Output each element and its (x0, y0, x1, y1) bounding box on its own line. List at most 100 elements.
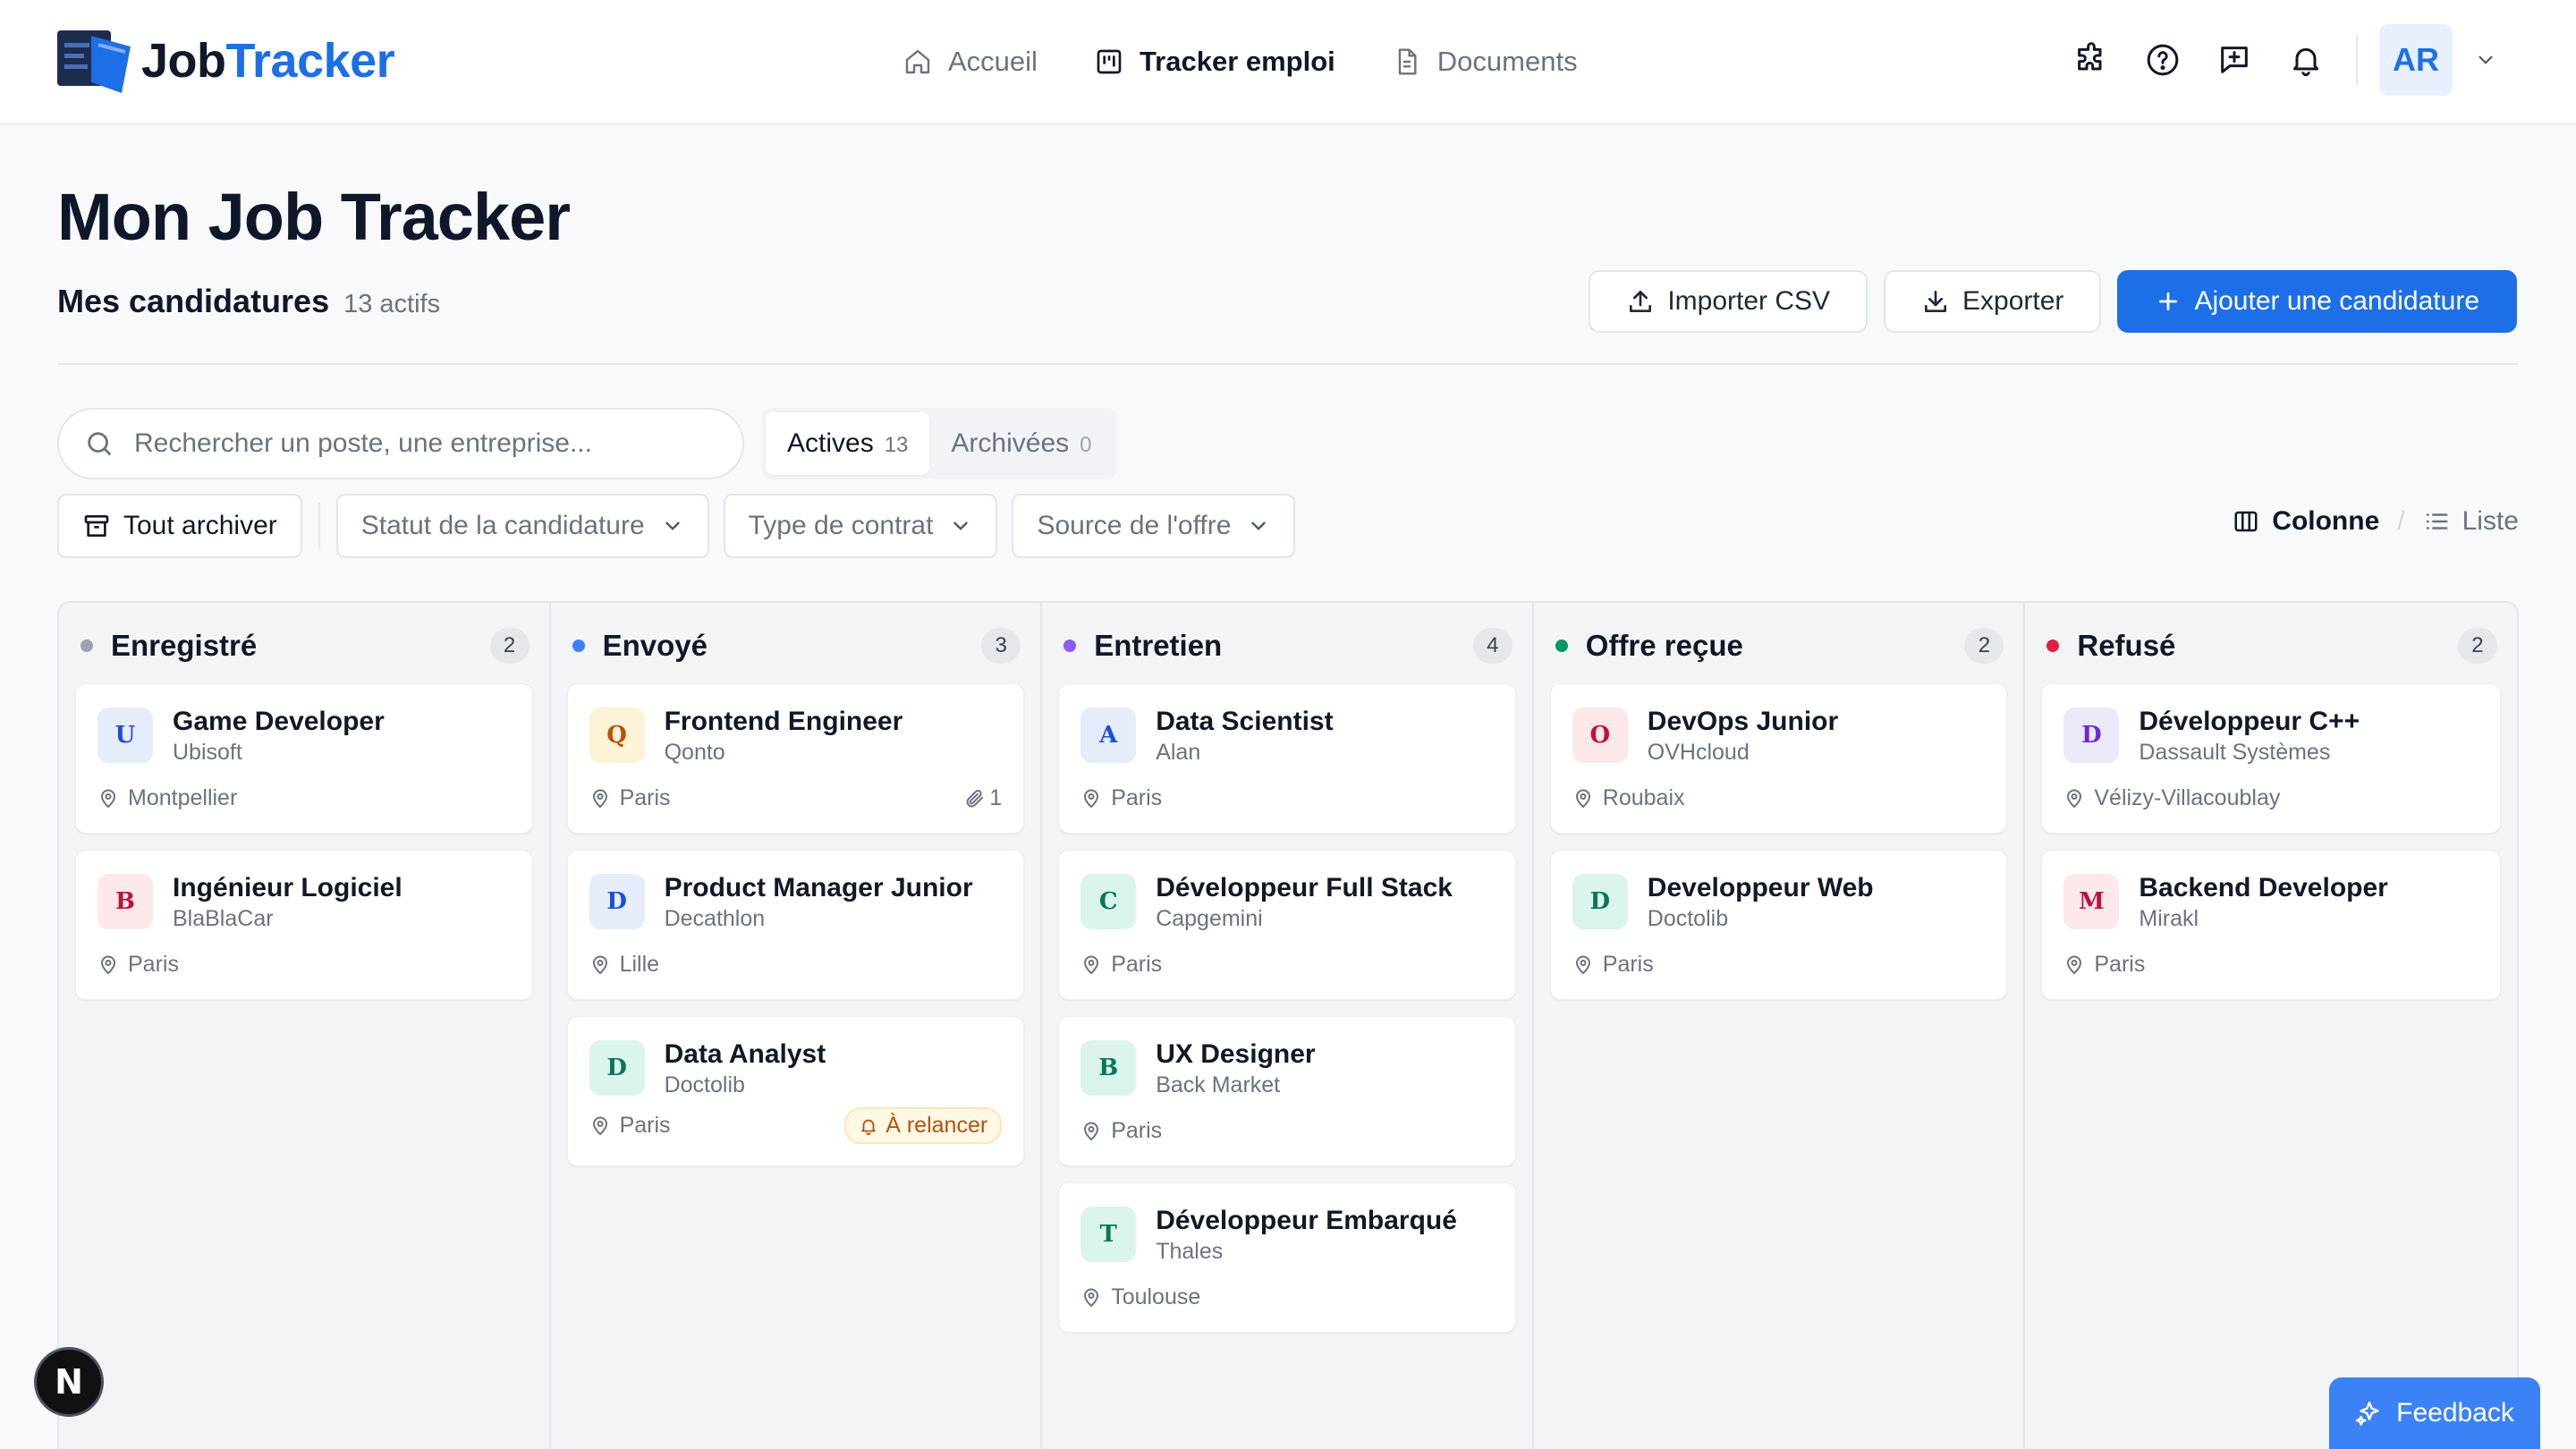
card-titles: Ingénieur Logiciel BlaBlaCar (173, 872, 402, 933)
application-card[interactable]: U Game Developer Ubisoft Montpellier (75, 683, 533, 834)
column-count: 3 (981, 628, 1021, 664)
card-header: M Backend Developer Mirakl (2063, 872, 2479, 933)
card-header: Q Frontend Engineer Qonto (589, 706, 1003, 767)
help-icon[interactable] (2145, 42, 2181, 78)
card-location: Paris (1080, 952, 1494, 978)
view-column-button[interactable]: Colonne (2233, 506, 2379, 537)
application-card[interactable]: D Développeur C++ Dassault Systèmes Véli… (2041, 683, 2501, 834)
application-card[interactable]: Q Frontend Engineer Qonto Paris 1 (566, 683, 1025, 834)
job-title: Game Developer (173, 707, 385, 736)
company-logo-badge: D (589, 874, 645, 929)
location-text: Paris (2094, 952, 2146, 977)
application-card[interactable]: D Data Analyst Doctolib Paris À relancer (566, 1016, 1025, 1166)
company-name: Mirakl (2139, 906, 2199, 931)
company-logo-badge: B (1080, 1040, 1137, 1096)
column-count: 2 (2457, 628, 2497, 664)
avatar[interactable]: AR (2379, 24, 2453, 96)
map-pin-icon (592, 789, 607, 808)
logo-icon (57, 30, 131, 93)
dev-tools-badge[interactable]: N (34, 1347, 104, 1417)
columns-icon (2234, 511, 2258, 532)
status-filter-dropdown[interactable]: Statut de la candidature (335, 494, 709, 558)
card-header: B UX Designer Back Market (1080, 1038, 1494, 1099)
card-titles: Game Developer Ubisoft (173, 706, 385, 767)
tab-archived[interactable]: Archivées 0 (929, 412, 1113, 475)
location-text: Paris (1111, 1118, 1163, 1143)
archive-all-button[interactable]: Tout archiver (57, 494, 302, 558)
card-location: Paris (589, 1113, 845, 1139)
column-header: Offre reçue 2 (1550, 603, 2008, 683)
card-titles: DevOps Junior OVHcloud (1648, 706, 1838, 767)
application-card[interactable]: B Ingénieur Logiciel BlaBlaCar Paris (75, 850, 533, 1000)
application-card[interactable]: B UX Designer Back Market Paris (1058, 1016, 1516, 1166)
job-title: UX Designer (1156, 1039, 1316, 1069)
column-count: 2 (1964, 628, 2004, 664)
location-text: Paris (1602, 952, 1654, 977)
card-location: Vélizy-Villacoublay (2063, 785, 2479, 811)
puzzle-icon[interactable] (2073, 42, 2109, 78)
header-tools: AR (2038, 23, 2497, 97)
export-button[interactable]: Exporter (1884, 270, 2102, 333)
column-header: Envoyé 3 (567, 603, 1025, 683)
search-input[interactable] (134, 428, 716, 459)
archive-all-label: Tout archiver (123, 511, 277, 540)
reminder-badge[interactable]: À relancer (844, 1107, 1003, 1144)
kanban-column: Envoyé 3 Q Frontend Engineer Qonto Paris… (551, 603, 1043, 1449)
tab-active-label: Actives (787, 428, 874, 458)
kanban-column: Enregistré 2 U Game Developer Ubisoft Mo… (59, 603, 551, 1449)
bell-icon[interactable] (2288, 42, 2324, 78)
nav-item-documents[interactable]: Documents (1393, 46, 1578, 78)
company-logo-badge: D (2063, 708, 2120, 763)
export-label: Exporter (1962, 286, 2064, 316)
plus-icon (2159, 292, 2178, 311)
chevron-down-icon[interactable] (2474, 48, 2497, 72)
home-icon (905, 49, 930, 74)
nav-item-tracker[interactable]: Tracker emploi (1095, 46, 1335, 78)
location-text: Paris (128, 952, 179, 977)
application-card[interactable]: M Backend Developer Mirakl Paris (2041, 850, 2501, 1000)
view-list-label: Liste (2462, 506, 2519, 536)
map-pin-icon (1084, 1122, 1099, 1140)
column-title: Refusé (2077, 629, 2176, 662)
subtitle-label: Mes candidatures (57, 283, 330, 319)
search-icon (88, 432, 111, 455)
card-titles: Développeur Embarqué Thales (1156, 1205, 1457, 1266)
add-application-button[interactable]: Ajouter une candidature (2117, 270, 2517, 333)
import-csv-button[interactable]: Importer CSV (1589, 270, 1868, 333)
company-name: Decathlon (664, 906, 766, 931)
search-field[interactable] (57, 408, 744, 479)
card-footer: Lille (589, 952, 1003, 978)
filters-row: Tout archiver Statut de la candidature T… (57, 494, 1309, 558)
map-pin-icon (1084, 789, 1099, 808)
active-count: 13 actifs (343, 290, 441, 318)
application-card[interactable]: A Data Scientist Alan Paris (1058, 683, 1516, 834)
company-logo-badge: T (1080, 1207, 1137, 1262)
app-logo[interactable]: JobTracker (55, 27, 395, 95)
message-plus-icon[interactable] (2216, 42, 2252, 78)
map-pin-icon (592, 1116, 607, 1135)
application-card[interactable]: T Développeur Embarqué Thales Toulouse (1058, 1182, 1516, 1333)
company-logo-badge: D (1572, 874, 1628, 929)
feedback-button[interactable]: Feedback (2329, 1377, 2540, 1449)
company-logo-badge: M (2063, 874, 2120, 929)
column-header: Enregistré 2 (75, 603, 533, 683)
application-card[interactable]: D Developpeur Web Doctolib Paris (1549, 850, 2008, 1000)
map-pin-icon (2067, 789, 2082, 808)
card-footer: Paris À relancer (589, 1107, 1003, 1144)
application-card[interactable]: O DevOps Junior OVHcloud Roubaix (1549, 683, 2008, 834)
contract-filter-dropdown[interactable]: Type de contrat (723, 494, 998, 558)
chevron-down-icon (1251, 521, 1267, 530)
view-list-button[interactable]: Liste (2423, 506, 2519, 537)
location-text: Paris (619, 785, 671, 810)
job-title: Frontend Engineer (664, 707, 903, 736)
map-pin-icon (2067, 955, 2082, 974)
application-card[interactable]: C Développeur Full Stack Capgemini Paris (1058, 850, 1516, 1000)
source-filter-dropdown[interactable]: Source de l'offre (1012, 494, 1296, 558)
column-title: Enregistré (111, 629, 258, 662)
contract-filter-label: Type de contrat (748, 511, 934, 540)
tab-active[interactable]: Actives 13 (766, 412, 930, 475)
top-navigation-bar: JobTracker Accueil Tracker emploi Docume… (0, 0, 2576, 125)
application-card[interactable]: D Product Manager Junior Decathlon Lille (566, 850, 1025, 1000)
nav-item-home[interactable]: Accueil (903, 46, 1038, 78)
company-name: Qonto (664, 740, 725, 765)
